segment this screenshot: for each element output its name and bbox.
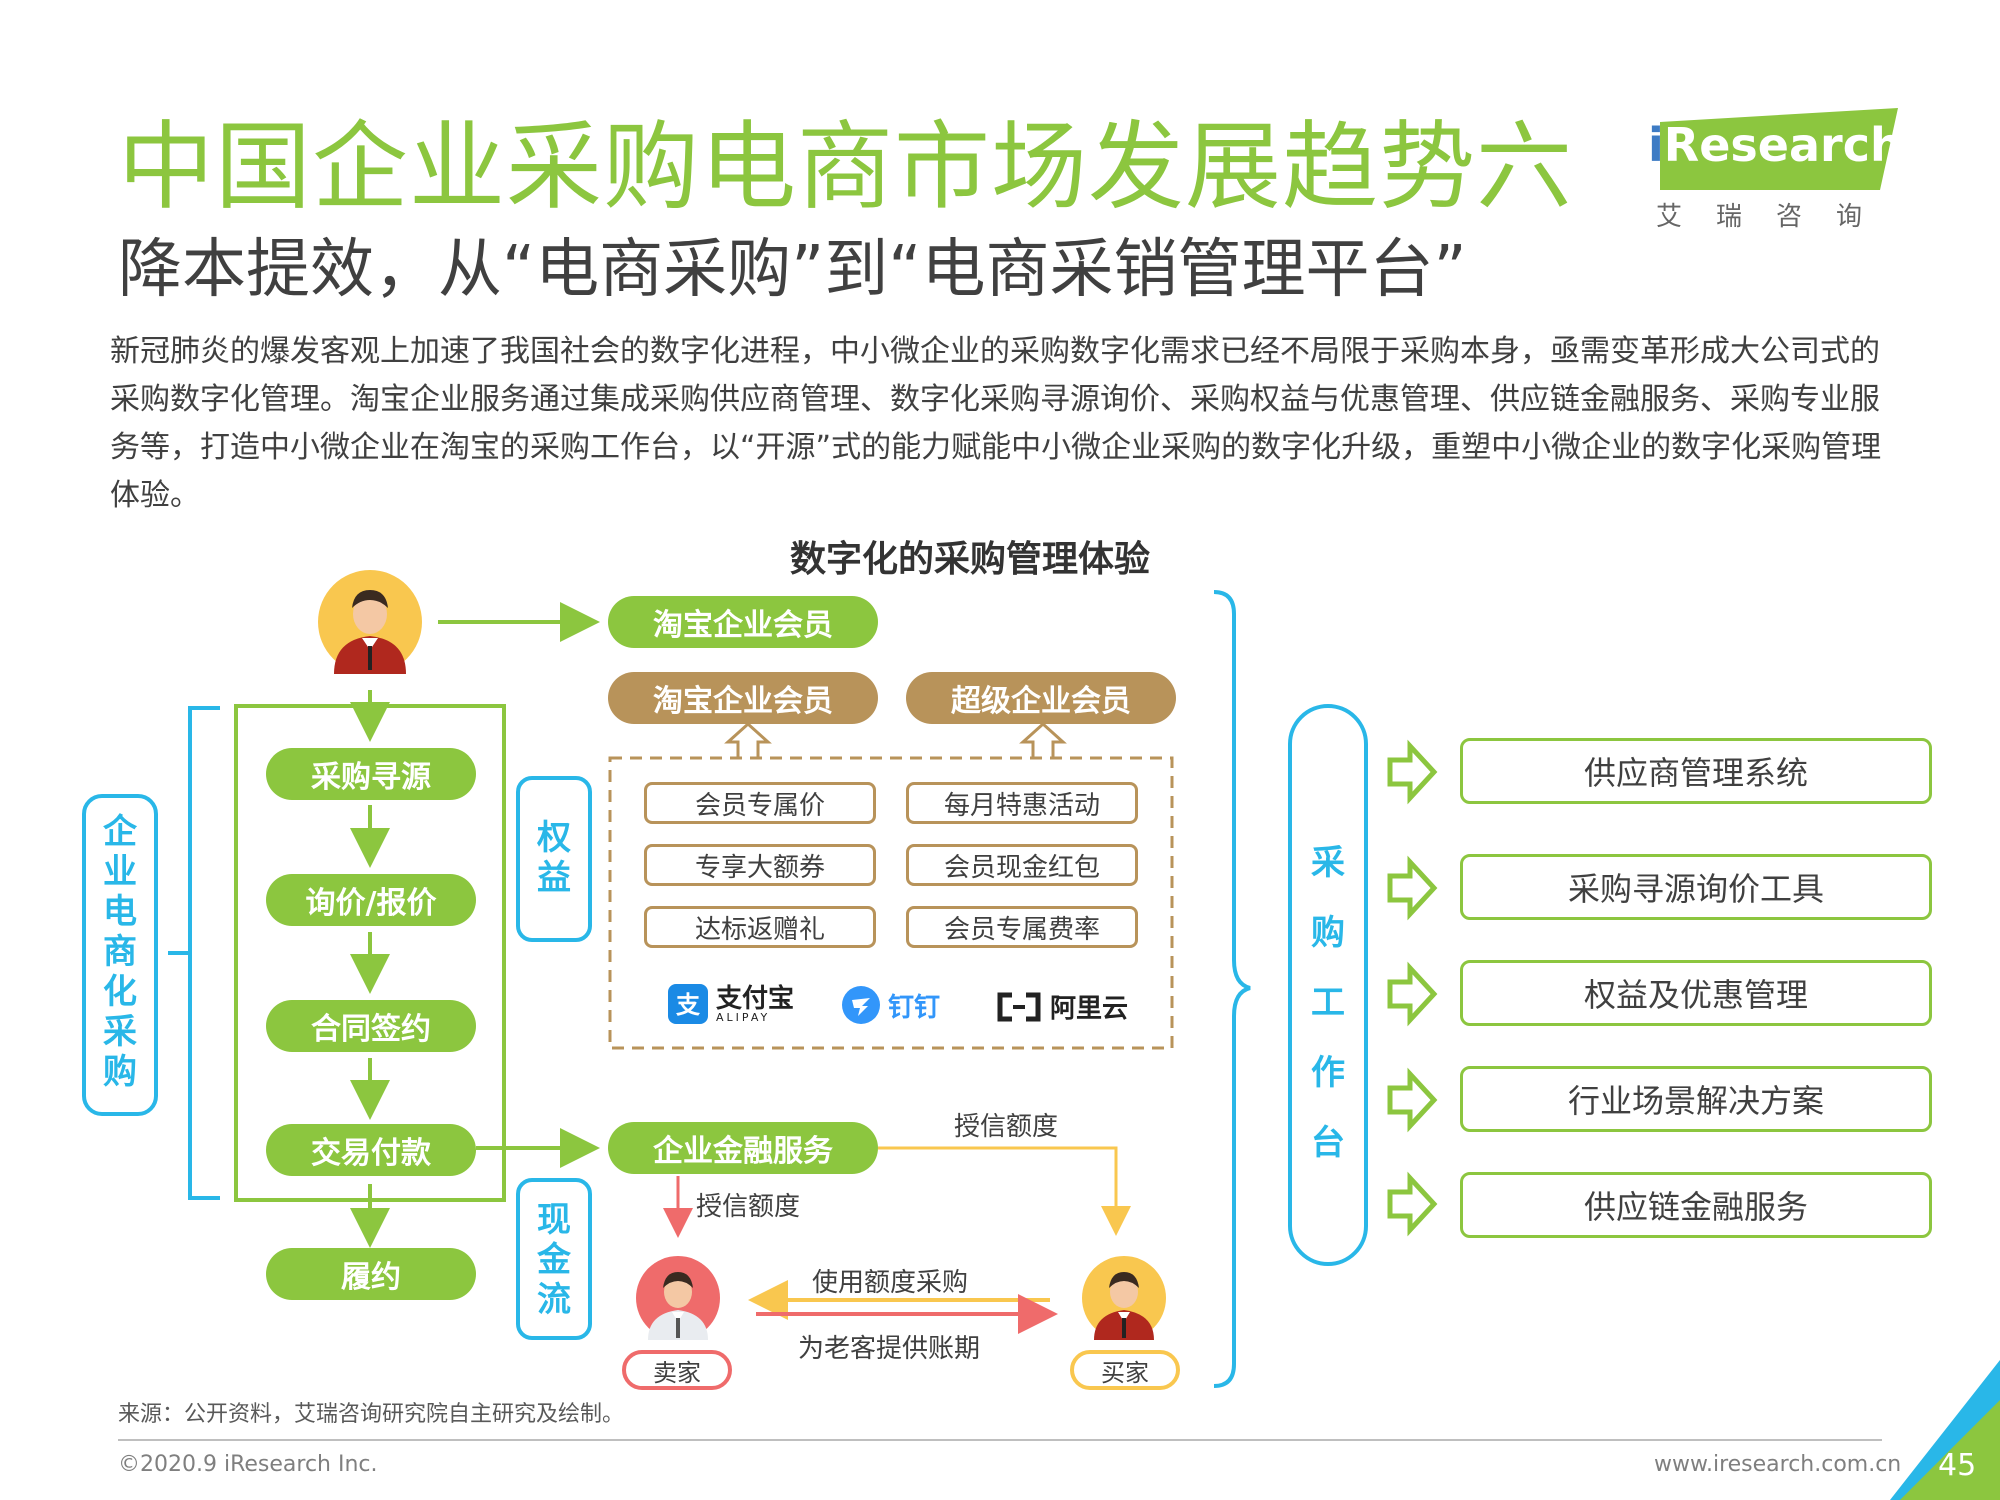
alipay-name: 支付宝	[716, 983, 795, 1014]
system-item: 采购寻源询价工具	[1460, 854, 1932, 920]
dingtalk-icon	[842, 986, 880, 1024]
aliyun-logo: 阿里云	[996, 988, 1128, 1025]
seller-badge: 卖家	[622, 1350, 732, 1390]
benefit-item: 达标返赠礼	[644, 906, 876, 948]
buyer-avatar	[1082, 1256, 1166, 1340]
enterprise-procurement-label: 企业电商化采购	[103, 812, 137, 1092]
tier-super-member: 超级企业会员	[906, 672, 1176, 724]
benefit-item: 会员现金红包	[906, 844, 1138, 886]
benefit-item: 每月特惠活动	[906, 782, 1138, 824]
benefit-item: 会员专属费率	[906, 906, 1138, 948]
buyer-badge: 买家	[1070, 1350, 1180, 1390]
credit-label-right: 授信额度	[954, 1112, 1059, 1142]
copyright: ©2020.9 iResearch Inc.	[118, 1452, 378, 1477]
taobao-member-pill: 淘宝企业会员	[608, 596, 878, 648]
source-note: 来源：公开资料，艾瑞咨询研究院自主研究及绘制。	[118, 1402, 625, 1427]
step-quotation: 询价/报价	[266, 874, 476, 926]
dingtalk-logo: 钉钉	[842, 986, 940, 1024]
website-link[interactable]: www.iresearch.com.cn	[1654, 1452, 1901, 1477]
system-item: 供应链金融服务	[1460, 1172, 1932, 1238]
alipay-sub: ALIPAY	[716, 1010, 771, 1024]
workbench-label: 采购工作台	[1311, 843, 1345, 1163]
step-fulfillment: 履约	[266, 1248, 476, 1300]
dingtalk-name: 钉钉	[888, 992, 941, 1023]
alipay-logo: 支 支付宝 ALIPAY	[668, 984, 794, 1024]
use-credit-label: 使用额度采购	[812, 1268, 969, 1298]
benefit-item: 会员专属价	[644, 782, 876, 824]
provide-terms-label: 为老客提供账期	[798, 1334, 981, 1364]
system-item: 行业场景解决方案	[1460, 1066, 1932, 1132]
enterprise-user-avatar	[318, 570, 422, 674]
page-number: 45	[1938, 1448, 1977, 1483]
enterprise-finance-pill: 企业金融服务	[608, 1122, 878, 1174]
aliyun-name: 阿里云	[1050, 994, 1129, 1024]
svg-text:支: 支	[676, 991, 701, 1019]
step-contract: 合同签约	[266, 1000, 476, 1052]
seller-avatar	[636, 1256, 720, 1340]
system-item: 供应商管理系统	[1460, 738, 1932, 804]
system-item: 权益及优惠管理	[1460, 960, 1932, 1026]
tier-taobao-member: 淘宝企业会员	[608, 672, 878, 724]
credit-label-down: 授信额度	[696, 1192, 801, 1222]
cashflow-label: 现金流	[537, 1200, 571, 1320]
benefit-item: 专享大额券	[644, 844, 876, 886]
step-payment: 交易付款	[266, 1124, 476, 1176]
aliyun-icon	[997, 992, 1041, 1021]
benefits-label: 权益	[537, 818, 571, 898]
step-sourcing: 采购寻源	[266, 748, 476, 800]
alipay-icon: 支	[668, 984, 708, 1024]
